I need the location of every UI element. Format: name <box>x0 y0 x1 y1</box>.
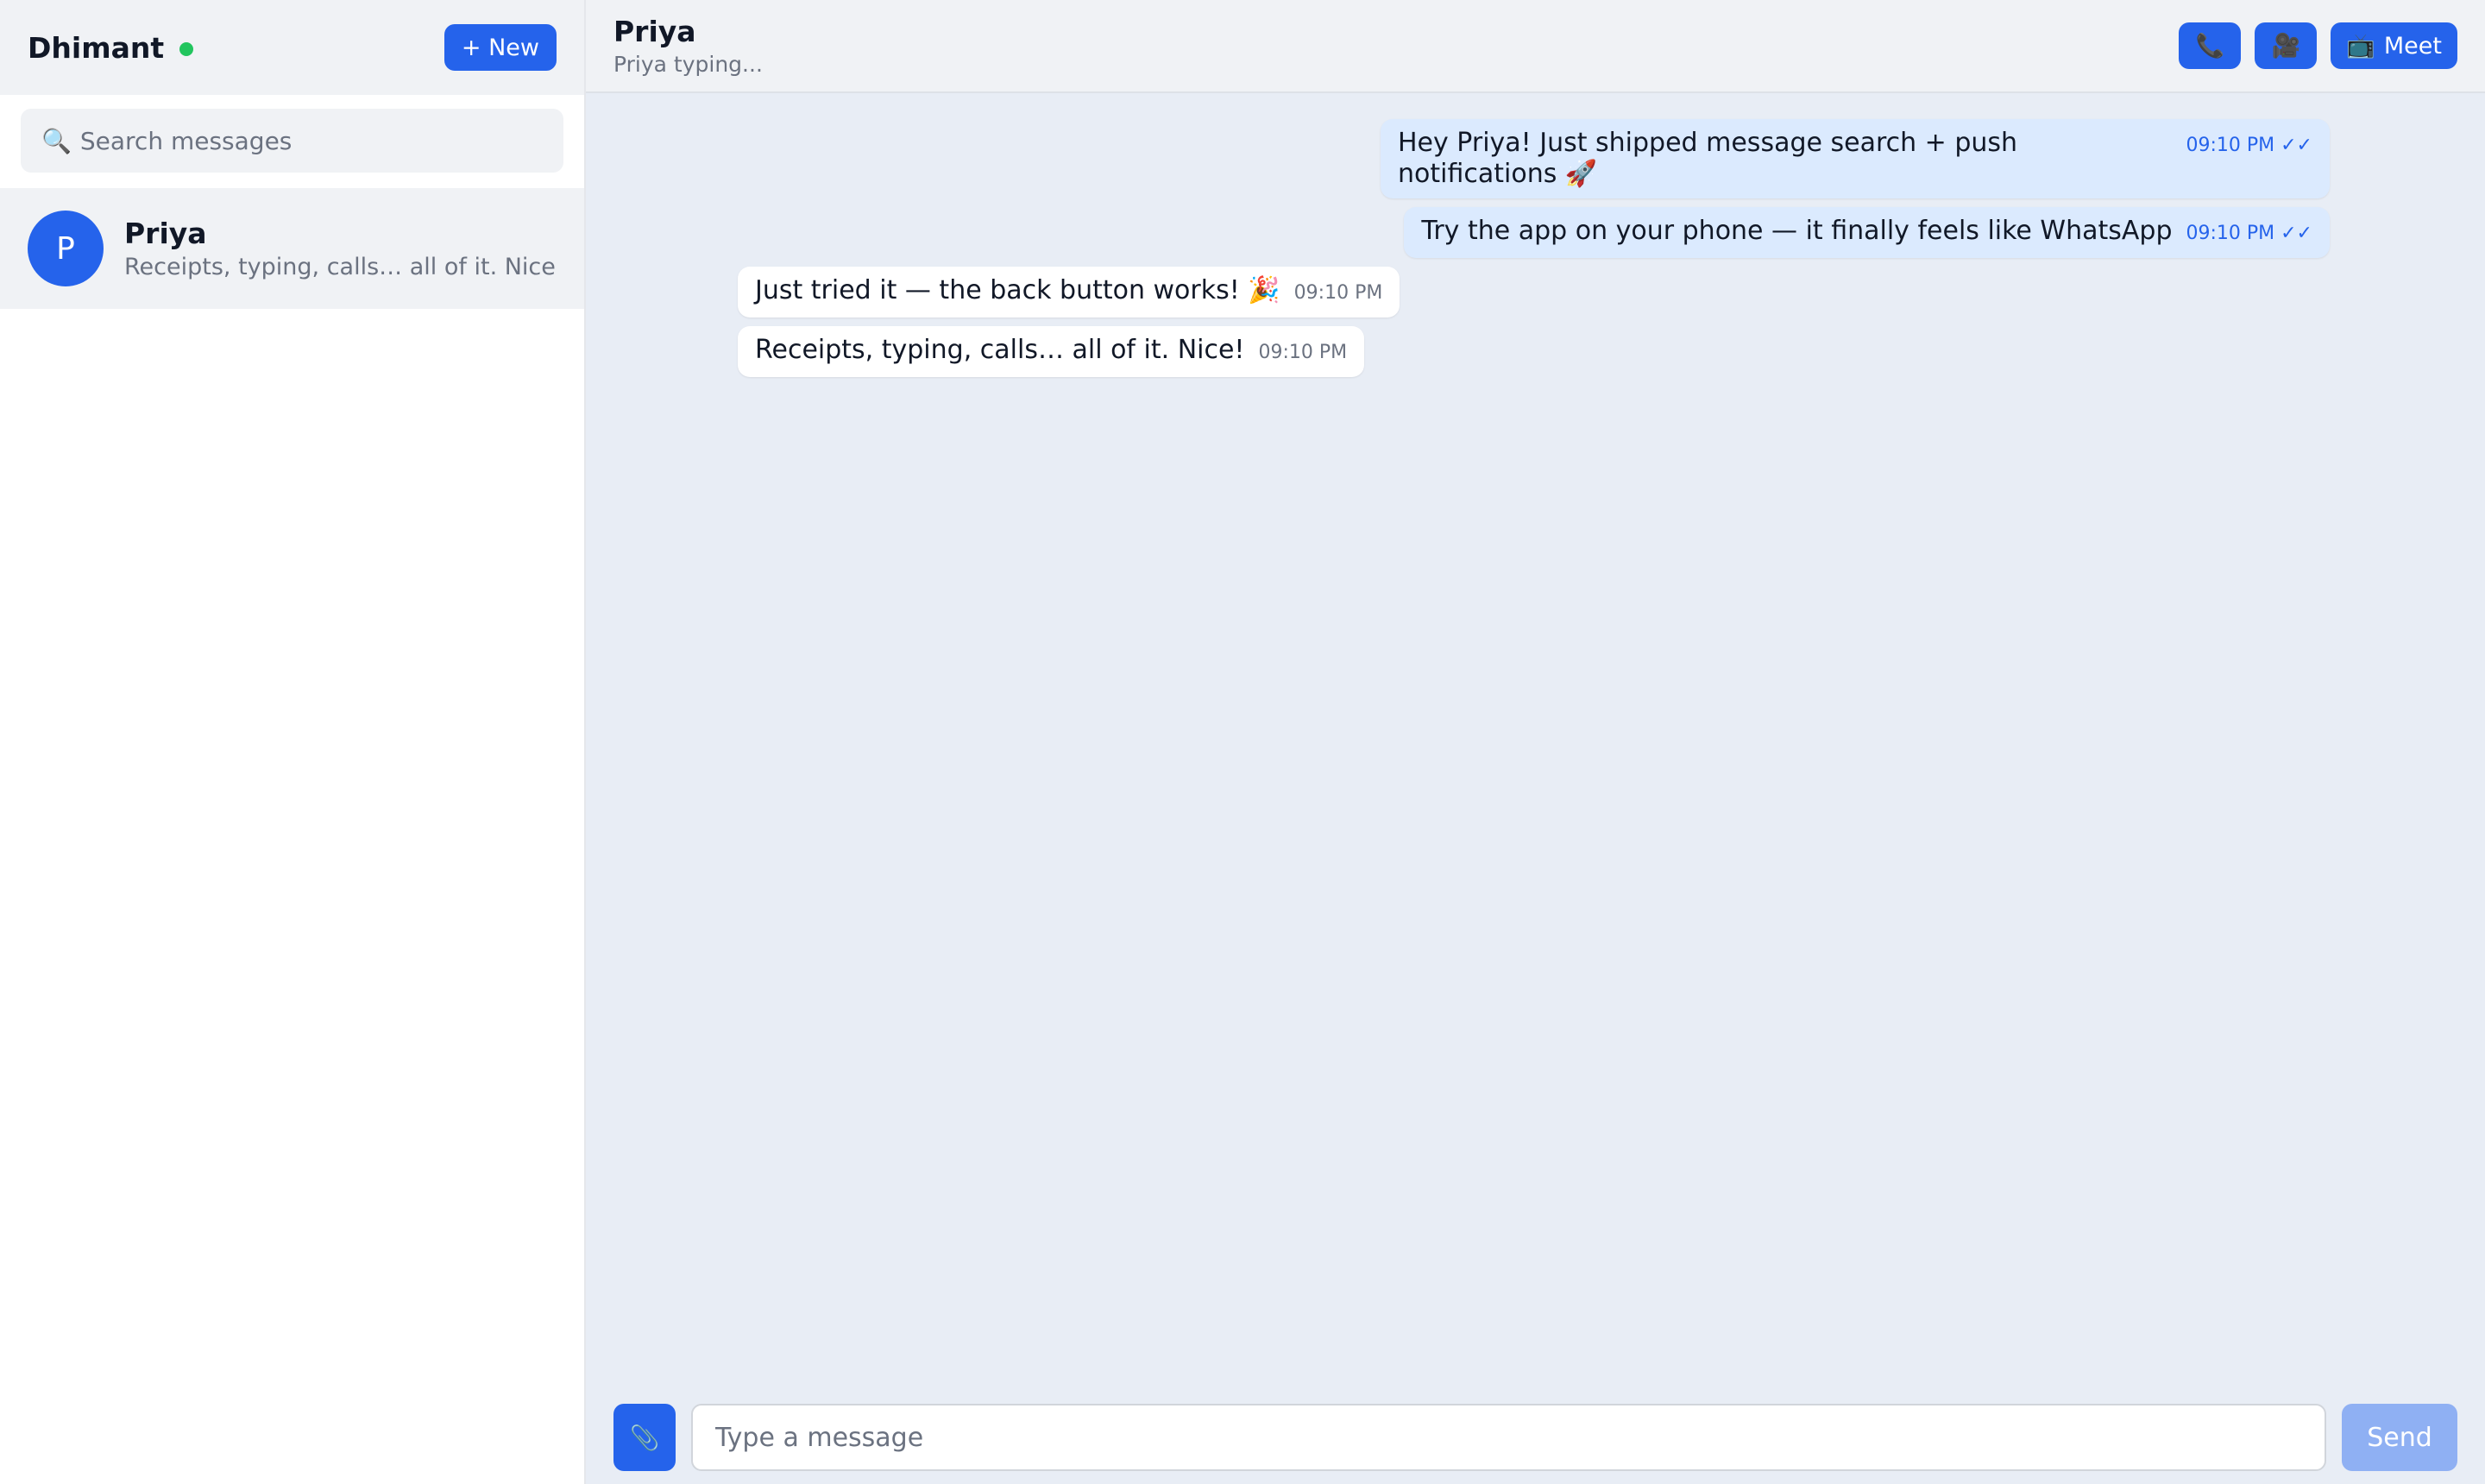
message-bubble-outgoing: Try the app on your phone — it finally f… <box>1404 207 2330 258</box>
conversation-name: Priya <box>124 217 207 250</box>
chat-contact-name: Priya <box>613 15 696 48</box>
message-bubble-incoming: Receipts, typing, calls… all of it. Nice… <box>738 326 1365 377</box>
message-text: Receipts, typing, calls… all of it. Nice… <box>755 335 1245 365</box>
message-time-read-receipt: 09:10 PM ✓✓ <box>2186 135 2312 156</box>
current-user: Dhimant <box>28 30 194 65</box>
voice-call-button[interactable]: 📞 <box>2179 22 2242 69</box>
app-window: Dhimant + New 🔍 P Priya Receipts, typing… <box>0 0 2485 1484</box>
chat-actions: 📞 🎥 📺 Meet <box>2179 22 2457 69</box>
typing-status: Priya typing... <box>613 52 763 77</box>
tv-icon: 📺 <box>2346 33 2375 60</box>
current-user-name: Dhimant <box>28 30 165 65</box>
search-input[interactable] <box>79 126 543 155</box>
attach-button[interactable]: 📎 <box>613 1404 676 1471</box>
chat-panel: Priya Priya typing... 📞 🎥 📺 Meet Hey Pri… <box>586 0 2485 1484</box>
message-bubble-incoming: Just tried it — the back button works! 🎉… <box>738 267 1400 318</box>
message-composer: 📎 Send <box>586 1391 2485 1484</box>
chat-header: Priya Priya typing... 📞 🎥 📺 Meet <box>586 0 2485 93</box>
conversation-preview: Receipts, typing, calls… all of it. Nice… <box>124 254 557 280</box>
conversation-text: Priya Receipts, typing, calls… all of it… <box>124 217 557 280</box>
video-call-button[interactable]: 🎥 <box>2255 22 2318 69</box>
message-time: 09:10 PM <box>1258 342 1348 363</box>
online-status-dot <box>179 42 194 56</box>
phone-icon: 📞 <box>2195 33 2225 60</box>
avatar: P <box>28 211 104 286</box>
chat-title: Priya Priya typing... <box>613 15 763 77</box>
new-chat-button[interactable]: + New <box>444 24 557 71</box>
send-button[interactable]: Send <box>2342 1404 2457 1471</box>
meet-button[interactable]: 📺 Meet <box>2331 22 2457 69</box>
message-time-read-receipt: 09:10 PM ✓✓ <box>2186 223 2312 244</box>
sidebar-header: Dhimant + New <box>0 0 584 95</box>
search-box[interactable]: 🔍 <box>21 109 563 173</box>
conversation-item-priya[interactable]: P Priya Receipts, typing, calls… all of … <box>0 188 584 309</box>
meet-button-label: Meet <box>2383 32 2442 60</box>
video-camera-icon: 🎥 <box>2271 33 2301 60</box>
message-list: Hey Priya! Just shipped message search +… <box>586 93 2485 1391</box>
search-container: 🔍 <box>0 95 584 186</box>
message-text: Hey Priya! Just shipped message search +… <box>1398 128 2018 189</box>
message-input[interactable] <box>691 1404 2326 1471</box>
paperclip-icon: 📎 <box>629 1424 660 1451</box>
message-time: 09:10 PM <box>1293 282 1383 304</box>
message-text: Try the app on your phone — it finally f… <box>1421 216 2173 246</box>
search-icon: 🔍 <box>41 126 72 155</box>
message-bubble-outgoing: Hey Priya! Just shipped message search +… <box>1381 119 2330 198</box>
message-text: Just tried it — the back button works! 🎉 <box>755 275 1280 305</box>
sidebar: Dhimant + New 🔍 P Priya Receipts, typing… <box>0 0 586 1484</box>
